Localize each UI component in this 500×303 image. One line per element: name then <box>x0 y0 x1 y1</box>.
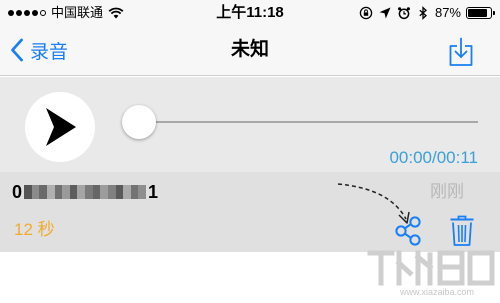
battery-level <box>468 9 488 17</box>
progress-slider-thumb[interactable] <box>122 105 156 139</box>
recording-name-start: 0 <box>12 181 23 202</box>
back-button-label: 录音 <box>30 41 69 63</box>
play-button[interactable] <box>25 92 95 162</box>
recording-list-item[interactable]: 0 1 刚刚 12 秒 <box>0 172 500 252</box>
recording-date: 刚刚 <box>430 182 464 201</box>
status-bar: 中国联通 上午11:18 87% <box>0 0 500 26</box>
download-to-tray-icon[interactable] <box>448 37 474 67</box>
battery-percentage: 87% <box>434 5 461 20</box>
watermark-logo <box>367 250 495 286</box>
battery-icon <box>466 7 495 19</box>
recording-name-end: 1 <box>148 181 159 202</box>
navigation-bar: 录音 未知 <box>0 26 500 76</box>
page-title: 未知 <box>230 39 269 60</box>
watermark: www.xiazaiba.com <box>366 247 496 299</box>
alarm-icon <box>397 7 410 20</box>
orientation-lock-icon <box>359 6 373 20</box>
trash-icon[interactable] <box>449 215 475 247</box>
share-icon[interactable] <box>393 216 423 246</box>
status-right: 87% <box>359 5 495 21</box>
play-icon <box>46 108 76 146</box>
playback-time: 00:00/00:11 <box>389 148 478 167</box>
back-button[interactable]: 录音 <box>10 36 68 64</box>
progress-track[interactable] <box>138 121 478 123</box>
recording-duration: 12 秒 <box>14 220 55 239</box>
recording-name: 0 1 <box>12 181 158 203</box>
bluetooth-icon <box>419 6 427 20</box>
redacted-text <box>24 185 147 199</box>
location-icon <box>379 7 391 19</box>
watermark-url: www.xiazaiba.com <box>400 287 475 297</box>
audio-player: 00:00/00:11 <box>0 77 500 172</box>
chevron-left-icon <box>11 38 23 62</box>
